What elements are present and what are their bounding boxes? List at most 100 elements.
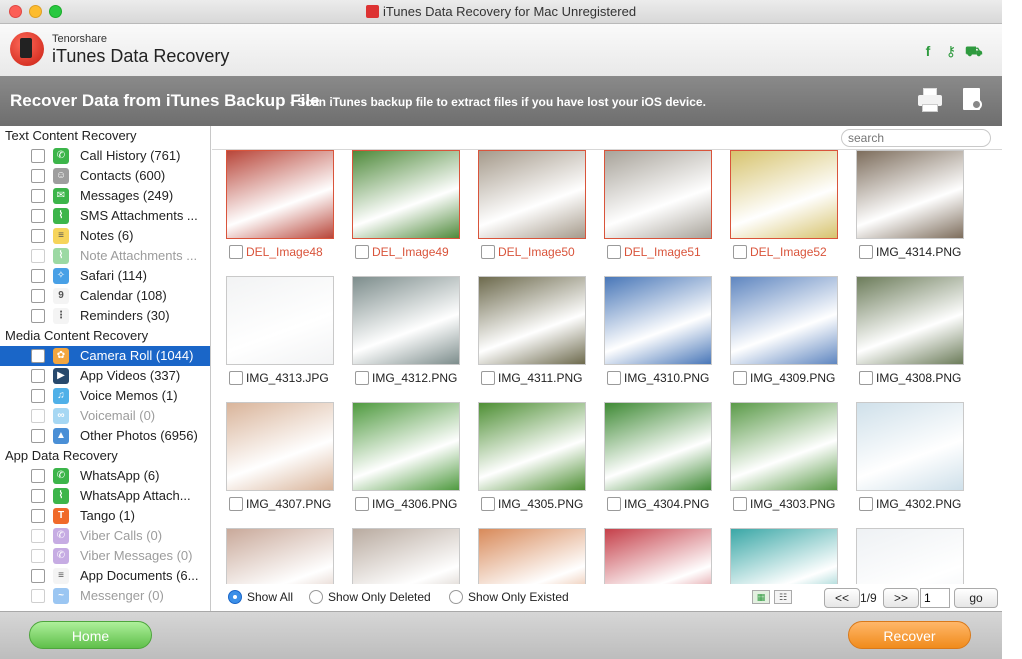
sidebar-item[interactable]: ✧ Safari (114) bbox=[0, 266, 210, 286]
photo-item[interactable] bbox=[602, 528, 714, 584]
show-deleted-radio[interactable] bbox=[309, 590, 323, 604]
printer-icon[interactable] bbox=[918, 88, 942, 112]
photo-item[interactable]: IMG_4307.PNG bbox=[224, 402, 336, 522]
category-checkbox[interactable] bbox=[31, 229, 45, 243]
photo-thumbnail[interactable] bbox=[730, 276, 838, 365]
sidebar-item[interactable]: ☺ Contacts (600) bbox=[0, 166, 210, 186]
category-checkbox[interactable] bbox=[31, 469, 45, 483]
sidebar-item[interactable]: ✆ WhatsApp (6) bbox=[0, 466, 210, 486]
photo-item[interactable] bbox=[224, 528, 336, 584]
sidebar-item[interactable]: ⋮ Reminders (30) bbox=[0, 306, 210, 326]
photo-checkbox[interactable] bbox=[355, 371, 369, 385]
photo-thumbnail[interactable] bbox=[226, 402, 334, 491]
photo-thumbnail[interactable] bbox=[352, 150, 460, 239]
photo-item[interactable]: DEL_Image49 bbox=[350, 150, 462, 270]
key-icon[interactable]: ⚷ bbox=[943, 42, 959, 60]
photo-item[interactable]: IMG_4308.PNG bbox=[854, 276, 966, 396]
photo-thumbnail[interactable] bbox=[604, 276, 712, 365]
sidebar-item[interactable]: ⌇ SMS Attachments ... bbox=[0, 206, 210, 226]
photo-item[interactable] bbox=[728, 528, 840, 584]
photo-checkbox[interactable] bbox=[229, 245, 243, 259]
photo-item[interactable] bbox=[476, 528, 588, 584]
photo-checkbox[interactable] bbox=[733, 497, 747, 511]
category-checkbox[interactable] bbox=[31, 249, 45, 263]
category-checkbox[interactable] bbox=[31, 349, 45, 363]
photo-checkbox[interactable] bbox=[607, 245, 621, 259]
photo-checkbox[interactable] bbox=[481, 245, 495, 259]
sidebar-item[interactable]: ∞ Voicemail (0) bbox=[0, 406, 210, 426]
sidebar-item[interactable]: ♫ Voice Memos (1) bbox=[0, 386, 210, 406]
photo-thumbnail[interactable] bbox=[856, 276, 964, 365]
go-button[interactable]: go bbox=[954, 588, 998, 608]
show-existed-radio[interactable] bbox=[449, 590, 463, 604]
photo-checkbox[interactable] bbox=[733, 245, 747, 259]
photo-checkbox[interactable] bbox=[607, 497, 621, 511]
category-checkbox[interactable] bbox=[31, 429, 45, 443]
category-checkbox[interactable] bbox=[31, 209, 45, 223]
photo-thumbnail[interactable] bbox=[856, 402, 964, 491]
photo-item[interactable]: IMG_4302.PNG bbox=[854, 402, 966, 522]
photo-thumbnail[interactable] bbox=[856, 150, 964, 239]
cart-icon[interactable]: ⛟ bbox=[965, 42, 983, 60]
category-checkbox[interactable] bbox=[31, 149, 45, 163]
page-number-input[interactable] bbox=[920, 588, 950, 608]
photo-thumbnail[interactable] bbox=[478, 402, 586, 491]
photo-checkbox[interactable] bbox=[607, 371, 621, 385]
sidebar-item[interactable]: ✿ Camera Roll (1044) bbox=[0, 346, 210, 366]
photo-checkbox[interactable] bbox=[733, 371, 747, 385]
sidebar-item[interactable]: ✆ Call History (761) bbox=[0, 146, 210, 166]
photo-item[interactable] bbox=[350, 528, 462, 584]
sidebar-item[interactable]: ≡ App Documents (6... bbox=[0, 566, 210, 586]
photo-item[interactable]: IMG_4313.JPG bbox=[224, 276, 336, 396]
recover-button[interactable]: Recover bbox=[848, 621, 971, 649]
sidebar-item[interactable]: ✆ Viber Messages (0) bbox=[0, 546, 210, 566]
photo-checkbox[interactable] bbox=[229, 497, 243, 511]
category-checkbox[interactable] bbox=[31, 509, 45, 523]
photo-thumbnail[interactable] bbox=[856, 528, 964, 584]
category-checkbox[interactable] bbox=[31, 529, 45, 543]
photo-checkbox[interactable] bbox=[355, 245, 369, 259]
category-checkbox[interactable] bbox=[31, 369, 45, 383]
category-checkbox[interactable] bbox=[31, 409, 45, 423]
photo-thumbnail[interactable] bbox=[478, 276, 586, 365]
photo-item[interactable]: IMG_4310.PNG bbox=[602, 276, 714, 396]
photo-item[interactable]: IMG_4305.PNG bbox=[476, 402, 588, 522]
photo-thumbnail[interactable] bbox=[226, 276, 334, 365]
category-checkbox[interactable] bbox=[31, 269, 45, 283]
photo-checkbox[interactable] bbox=[229, 371, 243, 385]
photo-thumbnail[interactable] bbox=[604, 528, 712, 584]
sidebar-item[interactable]: ▶ App Videos (337) bbox=[0, 366, 210, 386]
photo-item[interactable]: IMG_4314.PNG bbox=[854, 150, 966, 270]
show-existed-label[interactable]: Show Only Existed bbox=[468, 590, 569, 604]
category-checkbox[interactable] bbox=[31, 589, 45, 603]
home-button[interactable]: Home bbox=[29, 621, 152, 649]
category-checkbox[interactable] bbox=[31, 189, 45, 203]
photo-thumbnail[interactable] bbox=[352, 528, 460, 584]
sidebar-item[interactable]: ≡ Notes (6) bbox=[0, 226, 210, 246]
photo-thumbnail[interactable] bbox=[730, 528, 838, 584]
photo-item[interactable]: DEL_Image50 bbox=[476, 150, 588, 270]
category-checkbox[interactable] bbox=[31, 169, 45, 183]
show-deleted-label[interactable]: Show Only Deleted bbox=[328, 590, 431, 604]
photo-item[interactable]: IMG_4311.PNG bbox=[476, 276, 588, 396]
category-checkbox[interactable] bbox=[31, 569, 45, 583]
category-checkbox[interactable] bbox=[31, 489, 45, 503]
grid-view-icon[interactable]: ▦ bbox=[752, 590, 770, 604]
photo-thumbnail[interactable] bbox=[352, 276, 460, 365]
photo-checkbox[interactable] bbox=[859, 245, 873, 259]
export-settings-icon[interactable] bbox=[961, 88, 985, 112]
sidebar-item[interactable]: ~ Messenger (0) bbox=[0, 586, 210, 606]
photo-thumbnail[interactable] bbox=[226, 528, 334, 584]
category-checkbox[interactable] bbox=[31, 549, 45, 563]
sidebar-item[interactable]: T Tango (1) bbox=[0, 506, 210, 526]
category-checkbox[interactable] bbox=[31, 309, 45, 323]
photo-item[interactable]: IMG_4303.PNG bbox=[728, 402, 840, 522]
photo-checkbox[interactable] bbox=[481, 371, 495, 385]
photo-checkbox[interactable] bbox=[355, 497, 369, 511]
sidebar-item[interactable]: ✉ Messages (249) bbox=[0, 186, 210, 206]
photo-thumbnail[interactable] bbox=[730, 150, 838, 239]
photo-item[interactable]: IMG_4309.PNG bbox=[728, 276, 840, 396]
sidebar-item[interactable]: ⌇ Note Attachments ... bbox=[0, 246, 210, 266]
show-all-radio[interactable] bbox=[228, 590, 242, 604]
list-view-icon[interactable]: ☷ bbox=[774, 590, 792, 604]
